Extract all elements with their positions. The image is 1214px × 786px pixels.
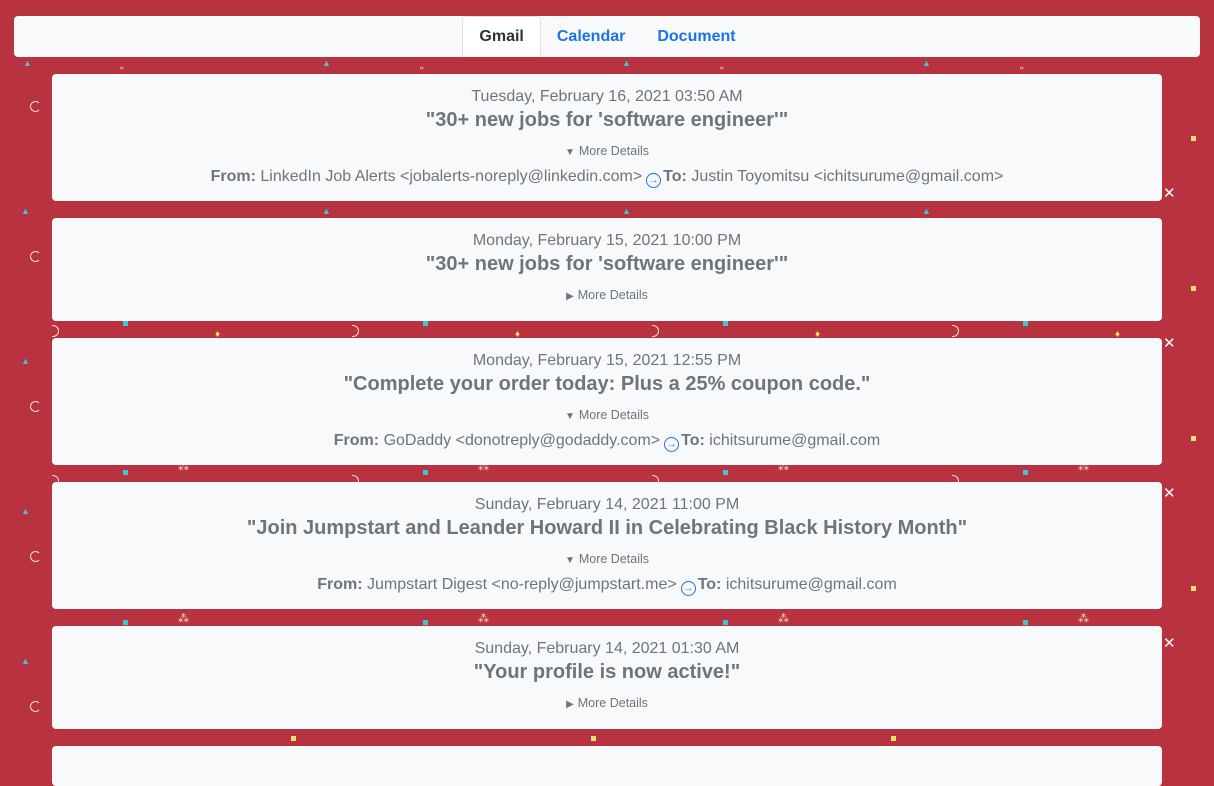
to-label: To: bbox=[681, 432, 705, 449]
arrow-right-circle-icon: → bbox=[664, 437, 680, 452]
email-to: ichitsurume@gmail.com bbox=[725, 576, 897, 593]
email-subject: "30+ new jobs for 'software engineer'" bbox=[425, 109, 789, 131]
more-details-toggle[interactable]: ▶ More Details bbox=[52, 287, 1162, 305]
email-card: Sunday, February 14, 2021 01:30 AM "Your… bbox=[52, 626, 1162, 729]
email-card bbox=[52, 746, 1162, 786]
triangle-down-icon: ▼ bbox=[564, 411, 575, 422]
email-subject: "Join Jumpstart and Leander Howard II in… bbox=[246, 517, 968, 539]
triangle-down-icon: ▼ bbox=[564, 147, 575, 158]
arrow-right-circle-icon: → bbox=[646, 173, 662, 188]
email-from: GoDaddy <donotreply@godaddy.com> bbox=[383, 432, 661, 449]
email-card: Monday, February 15, 2021 10:00 PM "30+ … bbox=[52, 218, 1162, 321]
from-label: From: bbox=[210, 168, 256, 185]
close-icon[interactable]: ✕ bbox=[1163, 486, 1176, 501]
more-details-toggle[interactable]: ▼ More Details bbox=[52, 407, 1162, 425]
email-from: LinkedIn Job Alerts <jobalerts-noreply@l… bbox=[260, 168, 643, 185]
email-to: ichitsurume@gmail.com bbox=[709, 432, 881, 449]
more-details-label: More Details bbox=[578, 408, 650, 422]
arrow-right-circle-icon: → bbox=[680, 581, 696, 596]
email-sender-recipient: From: GoDaddy <donotreply@godaddy.com> → T… bbox=[52, 431, 1162, 452]
more-details-label: More Details bbox=[578, 144, 650, 158]
more-details-toggle[interactable]: ▼ More Details bbox=[52, 143, 1162, 161]
email-date: Monday, February 15, 2021 12:55 PM bbox=[472, 352, 742, 369]
more-details-label: More Details bbox=[578, 552, 650, 566]
close-icon[interactable]: ✕ bbox=[1163, 636, 1176, 651]
email-date: Sunday, February 14, 2021 11:00 PM bbox=[474, 496, 740, 513]
tab-calendar[interactable]: Calendar bbox=[541, 16, 641, 57]
email-subject: "30+ new jobs for 'software engineer'" bbox=[425, 253, 789, 275]
more-details-toggle[interactable]: ▶ More Details bbox=[52, 695, 1162, 713]
email-sender-recipient: From: LinkedIn Job Alerts <jobalerts-nor… bbox=[52, 167, 1162, 188]
more-details-label: More Details bbox=[577, 288, 648, 302]
more-details-toggle[interactable]: ▼ More Details bbox=[52, 551, 1162, 569]
email-date: Tuesday, February 16, 2021 03:50 AM bbox=[471, 88, 743, 105]
email-date: Sunday, February 14, 2021 01:30 AM bbox=[474, 640, 740, 657]
from-label: From: bbox=[333, 432, 380, 449]
triangle-down-icon: ▼ bbox=[564, 555, 575, 566]
email-subject: "Complete your order today: Plus a 25% c… bbox=[343, 373, 871, 395]
close-icon[interactable]: ✕ bbox=[1163, 186, 1176, 201]
email-card: Sunday, February 14, 2021 11:00 PM "Join… bbox=[52, 482, 1162, 609]
close-icon[interactable]: ✕ bbox=[1163, 336, 1176, 351]
email-sender-recipient: From: Jumpstart Digest <no-reply@jumpsta… bbox=[52, 575, 1162, 596]
app-tab-bar: Gmail Calendar Document bbox=[14, 16, 1200, 57]
triangle-right-icon: ▶ bbox=[566, 291, 574, 302]
email-from: Jumpstart Digest <no-reply@jumpstart.me> bbox=[367, 576, 677, 593]
email-date: Monday, February 15, 2021 10:00 PM bbox=[472, 232, 742, 249]
email-card: Monday, February 15, 2021 12:55 PM "Comp… bbox=[52, 338, 1162, 465]
to-label: To: bbox=[663, 168, 687, 185]
email-card: Tuesday, February 16, 2021 03:50 AM "30+… bbox=[52, 74, 1162, 201]
triangle-right-icon: ▶ bbox=[566, 699, 574, 710]
more-details-label: More Details bbox=[577, 696, 648, 710]
from-label: From: bbox=[317, 576, 363, 593]
email-to: Justin Toyomitsu <ichitsurume@gmail.com> bbox=[691, 168, 1004, 185]
to-label: To: bbox=[697, 576, 722, 593]
tab-gmail[interactable]: Gmail bbox=[462, 16, 541, 57]
email-subject: "Your profile is now active!" bbox=[473, 661, 741, 683]
tab-document[interactable]: Document bbox=[641, 16, 751, 57]
